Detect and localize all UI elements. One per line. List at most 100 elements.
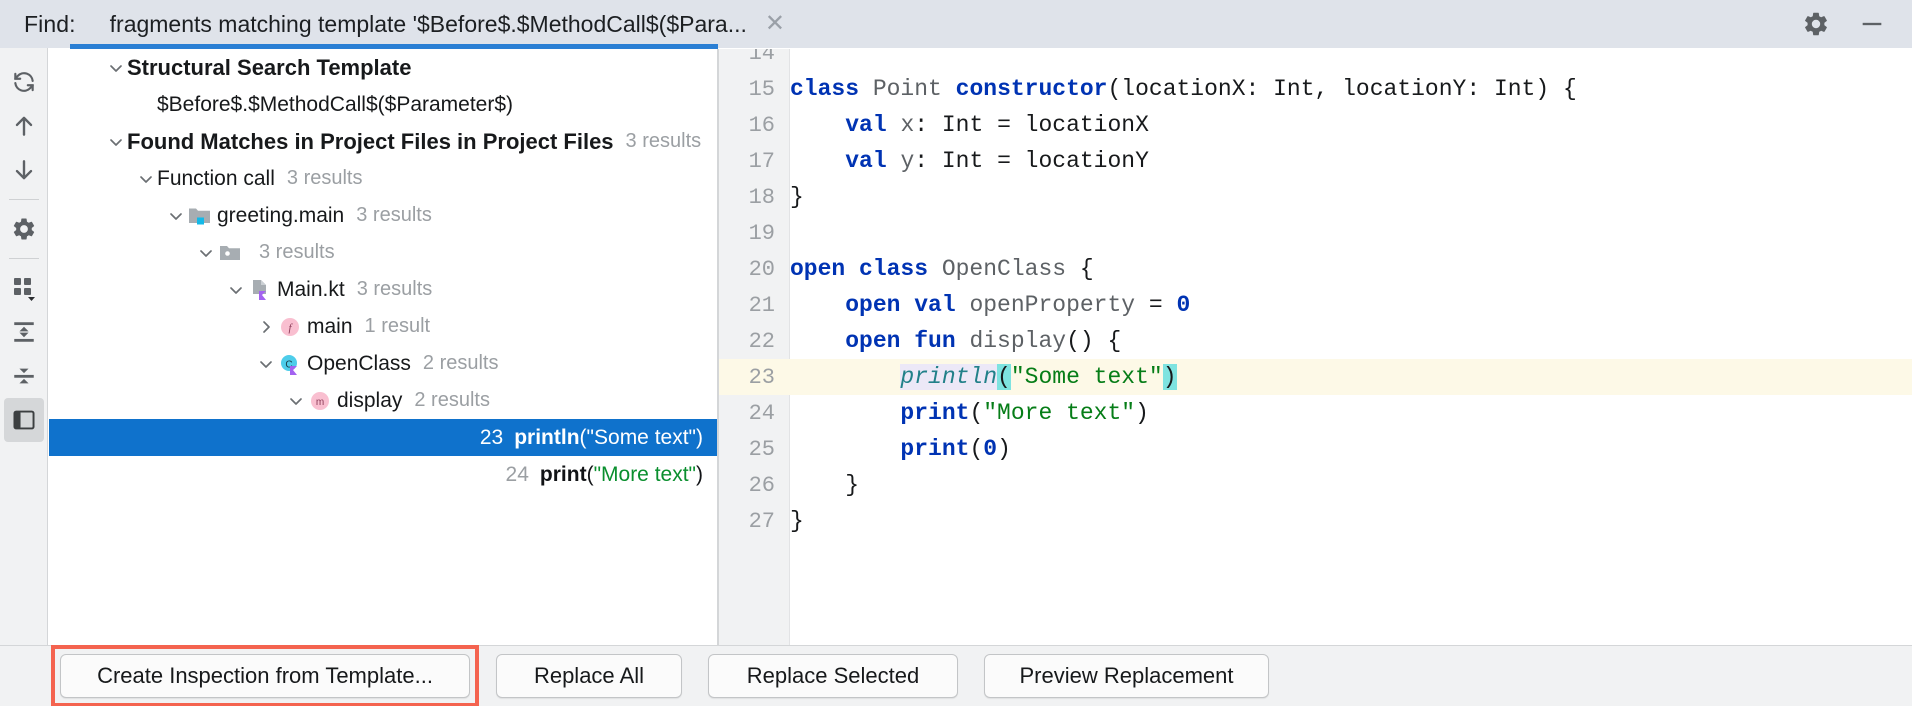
code-text: } <box>790 472 859 498</box>
line-number: 23 <box>719 365 789 390</box>
preview-replacement-button[interactable]: Preview Replacement <box>984 654 1269 698</box>
chevron-down-icon[interactable] <box>135 168 157 190</box>
search-results-tree[interactable]: Structural Search Template$Before$.$Meth… <box>49 49 717 645</box>
tree-node-result-count: 2 results <box>414 389 490 412</box>
match-open-paren: ( <box>580 426 587 450</box>
match-row-content: 24print("More text") <box>49 463 717 487</box>
tree-node-label: Found Matches in Project Files in Projec… <box>127 129 614 155</box>
line-number: 17 <box>719 149 789 174</box>
rerun-search-icon[interactable] <box>4 60 44 104</box>
tree-node-openclass[interactable]: COpenClass2 results <box>49 345 717 382</box>
svg-text:m: m <box>316 397 324 408</box>
footer-button-wrapper: Create Inspection from Template... <box>60 654 470 698</box>
code-token: open fun <box>845 328 969 354</box>
collapse-all-icon[interactable] <box>4 354 44 398</box>
code-token: ( <box>997 364 1011 390</box>
code-token: = <box>1135 292 1176 318</box>
match-row[interactable]: 23println("Some text") <box>49 419 717 456</box>
code-token: val <box>845 148 900 174</box>
code-token: x <box>900 112 914 138</box>
code-token: openProperty <box>969 292 1135 318</box>
code-token: ( <box>969 436 983 462</box>
code-token: { <box>1066 256 1094 282</box>
code-token: locationY <box>1025 148 1149 174</box>
code-token <box>790 148 845 174</box>
function-icon: f <box>277 315 303 339</box>
code-text: open fun display() { <box>790 328 1121 354</box>
tree-node-structural-search-template[interactable]: Structural Search Template <box>49 49 717 86</box>
tree-node-main[interactable]: fmain1 result <box>49 308 717 345</box>
tree-node-function-call[interactable]: Function call3 results <box>49 160 717 197</box>
code-preview-editor[interactable]: 1415class Point constructor(locationX: I… <box>719 49 1912 645</box>
group-by-icon[interactable] <box>4 266 44 310</box>
minimize-icon[interactable] <box>1858 10 1886 38</box>
chevron-down-icon[interactable] <box>225 279 247 301</box>
code-token: print <box>900 400 969 426</box>
code-line-16: 16 val x: Int = locationX <box>719 107 1912 143</box>
code-token <box>790 436 900 462</box>
find-label: Find: <box>24 11 76 38</box>
search-result-tab-title: fragments matching template '$Before$.$M… <box>110 11 747 38</box>
search-result-tab[interactable]: fragments matching template '$Before$.$M… <box>110 0 797 48</box>
tree-node-label: Main.kt <box>277 278 345 302</box>
code-token: open val <box>845 292 969 318</box>
tree-node-result-count: 3 results <box>626 130 702 153</box>
code-token: Point <box>873 76 956 102</box>
match-line-number: 23 <box>480 426 503 450</box>
tree-node-result-count: 2 results <box>423 352 499 375</box>
match-row[interactable]: 24print("More text") <box>49 456 717 493</box>
code-line-18: 18} <box>719 179 1912 215</box>
code-token: open class <box>790 256 942 282</box>
code-line-15: 15class Point constructor(locationX: Int… <box>719 71 1912 107</box>
code-text: open val openProperty = 0 <box>790 292 1190 318</box>
gear-icon[interactable] <box>1802 10 1830 38</box>
next-occurrence-icon[interactable] <box>4 148 44 192</box>
close-icon[interactable]: ✕ <box>761 12 789 36</box>
line-number: 25 <box>719 437 789 462</box>
code-text: } <box>790 184 804 210</box>
line-number: 18 <box>719 185 789 210</box>
code-line-21: 21 open val openProperty = 0 <box>719 287 1912 323</box>
code-token <box>790 112 845 138</box>
replace-selected-button[interactable]: Replace Selected <box>708 654 958 698</box>
tree-node-found-matches-in-project-files-in-project-files[interactable]: Found Matches in Project Files in Projec… <box>49 123 717 160</box>
code-token: "Some text" <box>1011 364 1163 390</box>
tree-node-result-count: 3 results <box>287 167 363 190</box>
code-token: println <box>900 364 997 390</box>
footer-button-bar: Create Inspection from Template... Replac… <box>0 645 1912 706</box>
code-line-24: 24 print("More text") <box>719 395 1912 431</box>
footer-button-wrapper: Replace All <box>496 654 682 698</box>
code-token: (locationX: Int, locationY: Int) { <box>1107 76 1576 102</box>
toggle-preview-panel-icon[interactable] <box>4 398 44 442</box>
kotlin-class-icon: C <box>277 352 303 376</box>
tree-node-main-kt[interactable]: Main.kt3 results <box>49 271 717 308</box>
code-text: println("Some text") <box>790 364 1177 390</box>
expand-all-icon[interactable] <box>4 310 44 354</box>
footer-button-wrapper: Preview Replacement <box>984 654 1269 698</box>
tree-node-greeting-main[interactable]: greeting.main3 results <box>49 197 717 234</box>
code-token <box>790 364 900 390</box>
tree-node-display[interactable]: mdisplay2 results <box>49 382 717 419</box>
chevron-down-icon[interactable] <box>105 57 127 79</box>
create-inspection-from-template-button[interactable]: Create Inspection from Template... <box>60 654 470 698</box>
settings-gear-icon[interactable] <box>4 207 44 251</box>
chevron-down-icon[interactable] <box>195 242 217 264</box>
chevron-right-icon[interactable] <box>255 316 277 338</box>
tree-node-before-methodcall-parameter[interactable]: $Before$.$MethodCall$($Parameter$) <box>49 86 717 123</box>
kotlin-file-icon <box>247 278 273 302</box>
chevron-down-icon[interactable] <box>285 390 307 412</box>
code-text: print("More text") <box>790 400 1149 426</box>
left-toolbar <box>0 48 48 645</box>
tree-node-folder[interactable]: 3 results <box>49 234 717 271</box>
chevron-down-icon[interactable] <box>255 353 277 375</box>
code-token: ( <box>969 400 983 426</box>
code-token: } <box>790 184 804 210</box>
code-token: 0 <box>1177 292 1191 318</box>
replace-all-button[interactable]: Replace All <box>496 654 682 698</box>
code-token <box>790 292 845 318</box>
previous-occurrence-icon[interactable] <box>4 104 44 148</box>
code-token: } <box>790 472 859 498</box>
chevron-down-icon[interactable] <box>165 205 187 227</box>
line-number: 20 <box>719 257 789 282</box>
chevron-down-icon[interactable] <box>105 131 127 153</box>
